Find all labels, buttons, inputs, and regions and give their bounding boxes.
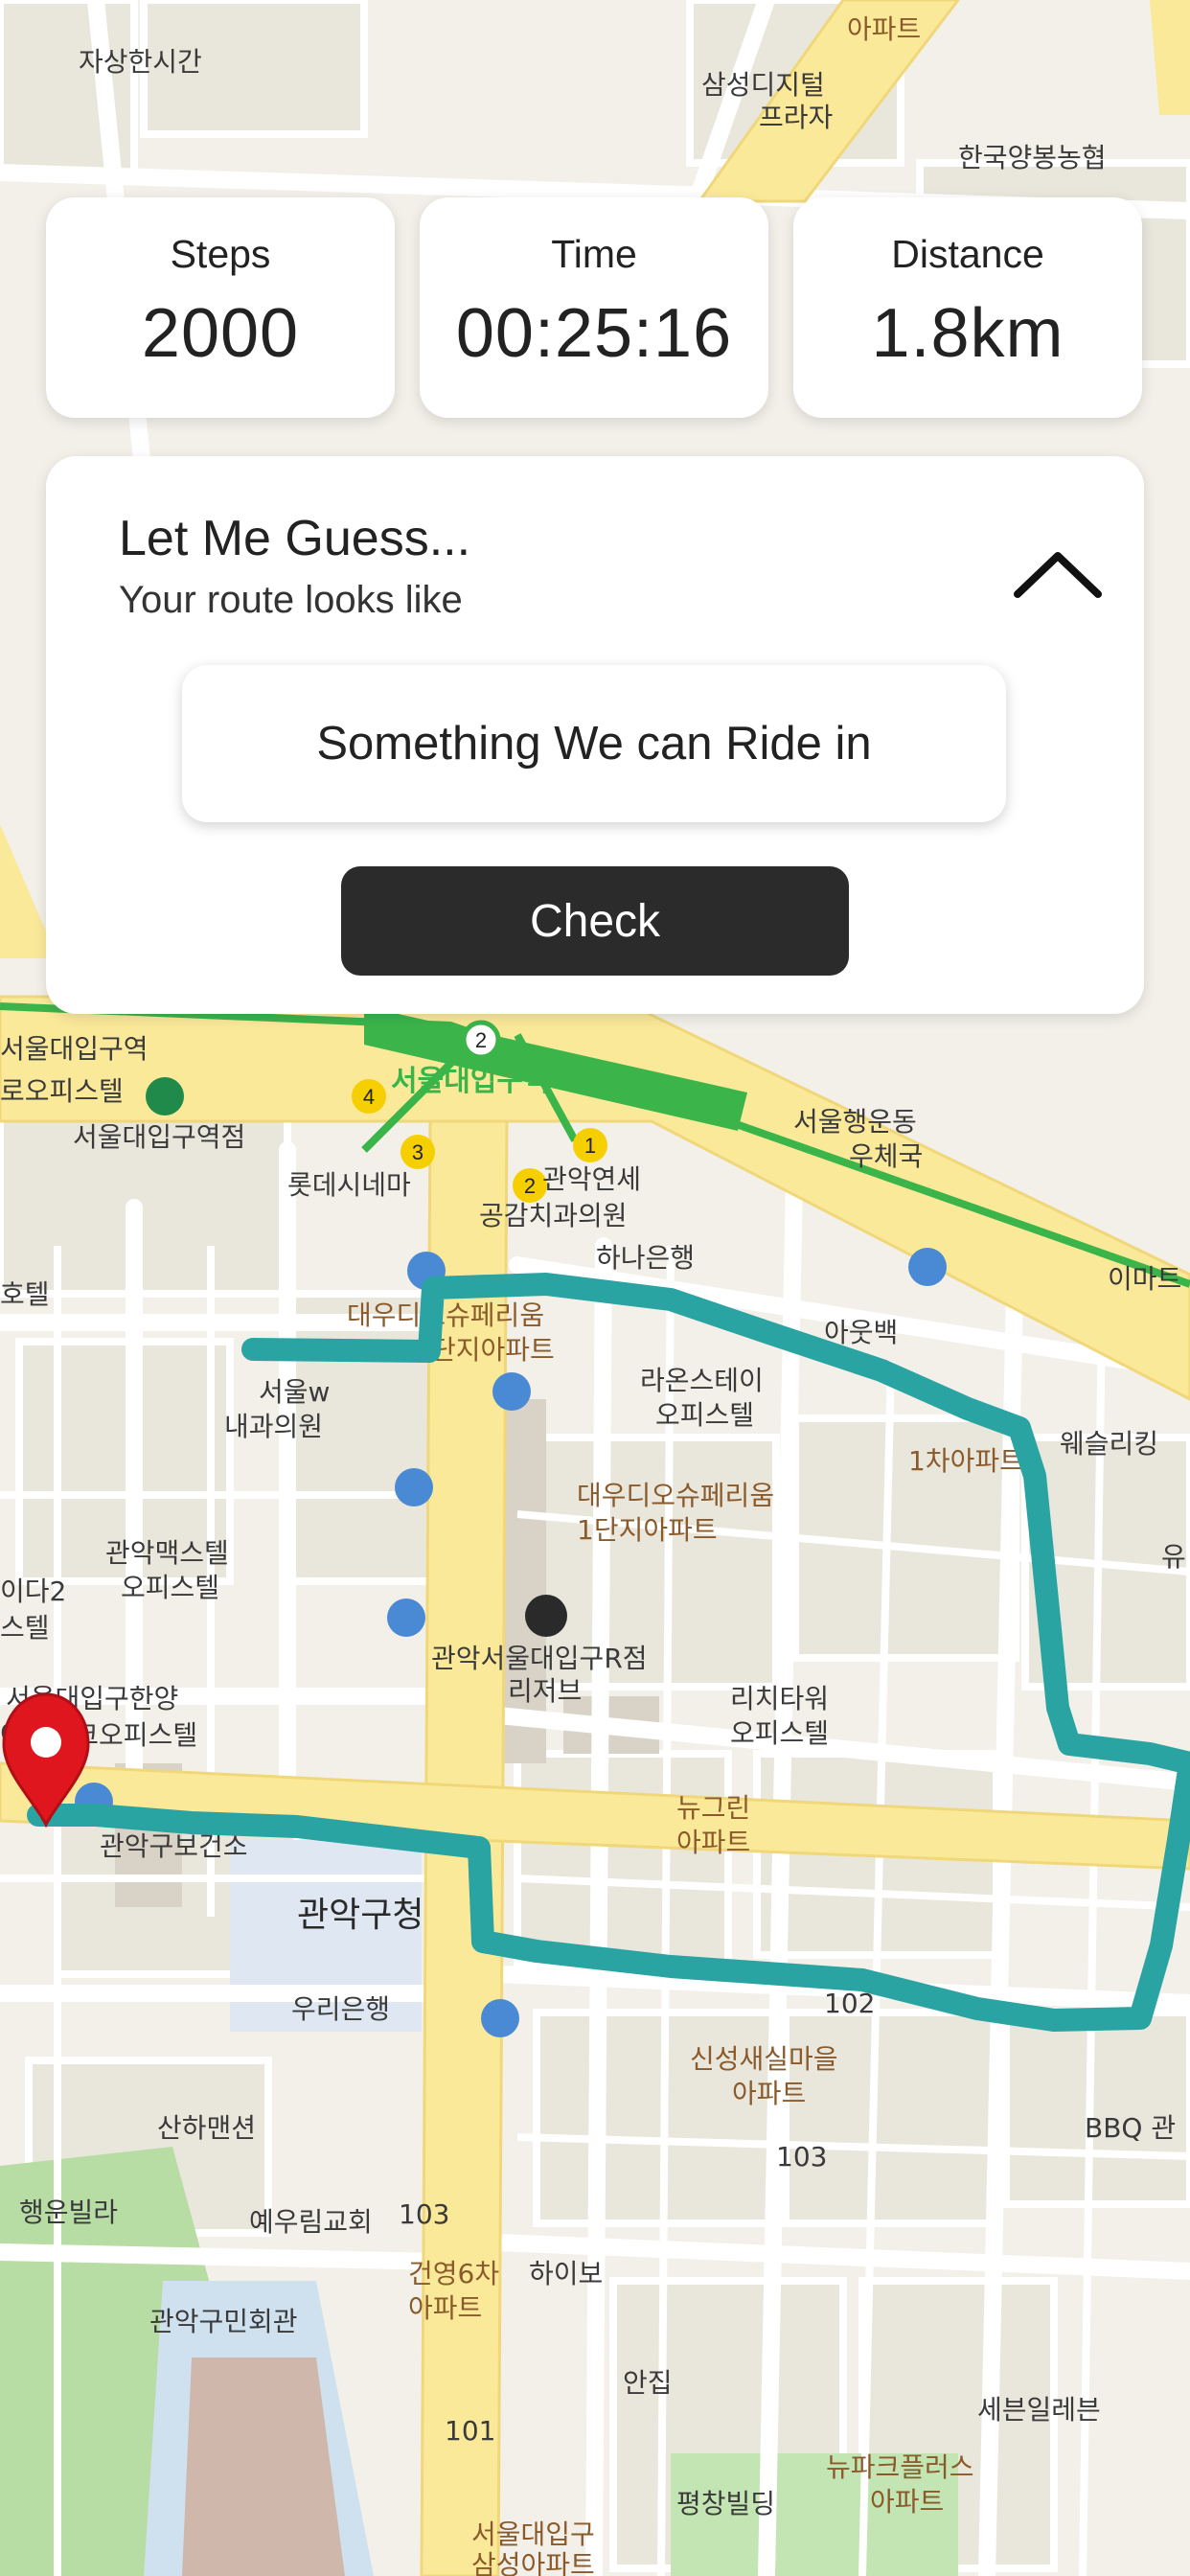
map-label: 오피스텔 (121, 1572, 219, 1603)
guess-subtitle: Your route looks like (119, 579, 463, 621)
map-label: 우리은행 (291, 1993, 390, 2025)
distance-value: 1.8km (871, 295, 1064, 372)
map-label: 서울w (259, 1376, 330, 1408)
map-label: 삼성아파트 (471, 2549, 595, 2576)
map-label: 103 (776, 2141, 827, 2173)
map-label: 라온스테이 (640, 1365, 764, 1396)
map-label: 1차아파트 (908, 1445, 1024, 1477)
map-label: 하나은행 (596, 1242, 695, 1274)
steps-card: Steps 2000 (46, 197, 395, 418)
map-label: 세븐일레븐 (977, 2394, 1101, 2426)
map-label: 롯데시네마 (287, 1169, 411, 1201)
map-label: 스텔 (0, 1612, 50, 1644)
check-button[interactable]: Check (341, 866, 849, 976)
map-label: 호텔 (0, 1278, 50, 1310)
map-label: 뉴파크플러스 (826, 2451, 974, 2483)
map-label: 관악맥스텔 (105, 1537, 229, 1569)
map-label: 대우디오슈페리움 (577, 1480, 774, 1511)
map-label: 서울대입구 (471, 2518, 595, 2550)
map-label: 103 (399, 2198, 449, 2230)
chevron-up-icon (1014, 552, 1102, 598)
collapse-button[interactable] (991, 537, 1125, 623)
map-label: 행운빌라 (19, 2196, 118, 2228)
svg-text:4: 4 (363, 1085, 375, 1109)
map-label: 서울대입구역 (0, 1033, 149, 1065)
svg-text:3: 3 (412, 1140, 423, 1164)
answer-box[interactable]: Something We can Ride in (182, 665, 1006, 822)
map-label: 서울대입구역점 (73, 1121, 245, 1153)
map-label: 로오피스텔 (0, 1075, 124, 1107)
guess-panel: Let Me Guess... Your route looks like So… (46, 456, 1144, 1014)
map-label: 뉴그린 (676, 1792, 750, 1824)
steps-label: Steps (170, 232, 271, 276)
svg-text:2: 2 (475, 1028, 487, 1052)
map-label: 아파트 (408, 2292, 482, 2324)
svg-text:1: 1 (584, 1134, 596, 1158)
map-label: 우체국 (849, 1140, 923, 1172)
distance-label: Distance (891, 232, 1044, 276)
map-label: 아파트 (676, 1827, 750, 1858)
map-label: 오피스텔 (655, 1399, 754, 1431)
map-label: 관악연세 (542, 1163, 641, 1195)
map-label: BBQ 관 (1085, 2112, 1176, 2144)
distance-card: Distance 1.8km (793, 197, 1142, 418)
map-label: 자상한시간 (79, 46, 202, 78)
map-label: 101 (445, 2415, 495, 2447)
map-label: 유 (1161, 1541, 1186, 1573)
map-label: 프라자 (759, 102, 833, 133)
map-label: 관악구민회관 (149, 2306, 298, 2337)
map-label: 신성새실마을 (690, 2043, 838, 2075)
map-label: 서울대입구역 (391, 1065, 550, 1098)
map-label: 예우림교회 (249, 2206, 373, 2238)
map-label: 아파트 (870, 2486, 944, 2518)
map-label: 평창빌딩 (676, 2488, 775, 2519)
map-label: 안집 (623, 2367, 673, 2399)
map-label: 1단지아파트 (577, 1514, 718, 1546)
steps-value: 2000 (141, 295, 300, 372)
map-label: 아파트 (847, 13, 921, 45)
map-label: 오피스텔 (730, 1717, 829, 1749)
map-label: 서울행운동 (793, 1106, 917, 1138)
map-label: 리저브 (508, 1675, 582, 1707)
map-label: 공감치과의원 (479, 1200, 628, 1231)
map-label: 리치타워 (730, 1683, 829, 1714)
map-label: 삼성디지털 (701, 69, 825, 101)
map-label: 이다2 (0, 1576, 66, 1607)
map-label: 관악서울대입구R점 (431, 1643, 648, 1674)
map-label: 이마트 (1108, 1263, 1181, 1295)
map-label: 내과의원 (224, 1411, 323, 1442)
map-label: 단지아파트 (431, 1334, 555, 1366)
map-label: 웨슬리킹 (1060, 1428, 1158, 1460)
guess-title: Let Me Guess... (119, 511, 471, 566)
map-label: 한국양봉농협 (958, 142, 1107, 173)
map-label: 아파트 (732, 2078, 806, 2109)
map-label: 산하맨션 (157, 2112, 256, 2144)
svg-text:2: 2 (524, 1174, 536, 1198)
map-label: 관악구청 (297, 1896, 423, 1935)
map-label: 하이보 (529, 2258, 603, 2289)
time-card: Time 00:25:16 (420, 197, 768, 418)
time-value: 00:25:16 (455, 295, 733, 372)
time-label: Time (551, 232, 637, 276)
map-label: 대우디오슈페리움 (347, 1300, 544, 1331)
map-label: 건영6차 (408, 2258, 499, 2289)
